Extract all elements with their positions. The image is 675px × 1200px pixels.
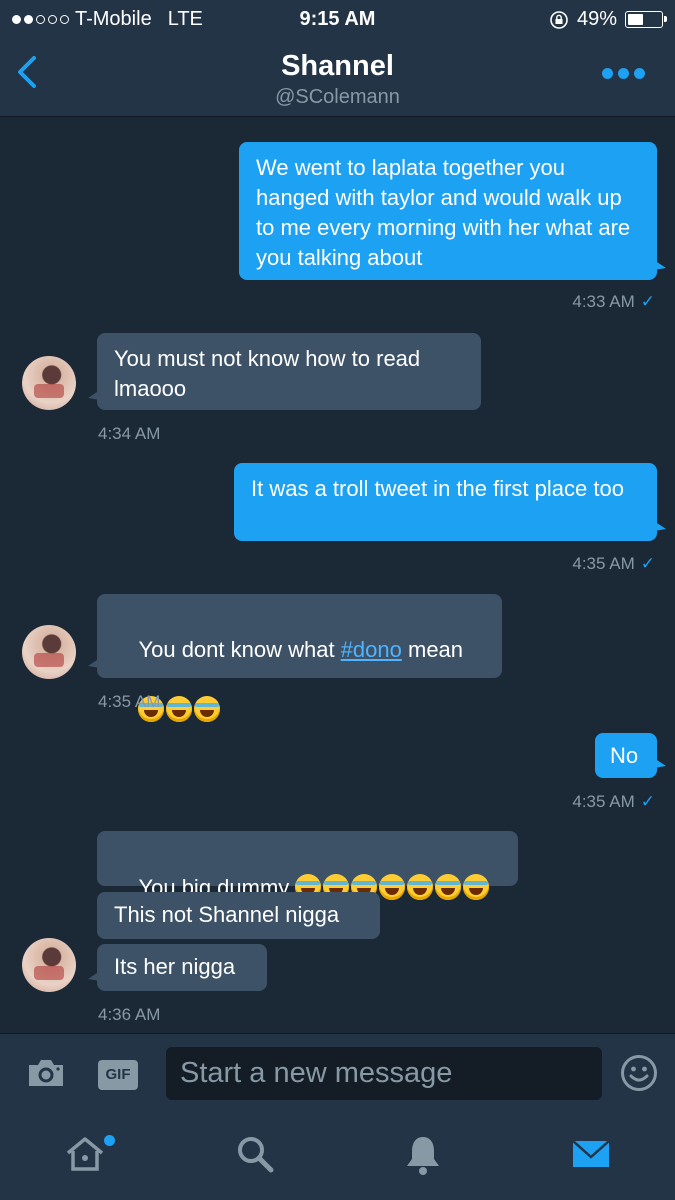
contact-handle: @SColemann: [275, 86, 400, 108]
message-bubble-incoming[interactable]: This not Shannel nigga: [97, 892, 380, 939]
crying-laughing-emoji: [407, 874, 434, 900]
contact-name: Shannel: [281, 50, 394, 82]
gif-button[interactable]: GIF: [98, 1060, 138, 1090]
avatar[interactable]: [22, 356, 76, 410]
message-timestamp: 4:35 AM ✓: [572, 792, 655, 811]
sent-check-icon: ✓: [640, 292, 655, 311]
more-dots-icon[interactable]: [602, 68, 645, 79]
sent-check-icon: ✓: [640, 554, 655, 573]
camera-icon[interactable]: [26, 1056, 66, 1090]
message-timestamp: 4:35 AM ✓: [572, 554, 655, 573]
tab-bar: [0, 1113, 675, 1200]
message-input[interactable]: Start a new message: [166, 1047, 602, 1100]
search-icon[interactable]: [234, 1133, 276, 1175]
message-text: mean: [401, 637, 464, 662]
message-bubble-incoming[interactable]: You big dummy: [97, 831, 518, 900]
hashtag-link[interactable]: #dono: [341, 637, 402, 662]
message-text: You dont know what: [138, 637, 341, 662]
status-right: 49%: [549, 8, 667, 31]
crying-laughing-emoji: [166, 696, 193, 722]
message-timestamp: 4:33 AM ✓: [572, 292, 655, 311]
rotation-lock-icon: [550, 10, 568, 29]
avatar[interactable]: [22, 625, 76, 679]
message-bubble-outgoing[interactable]: No: [595, 733, 666, 778]
crying-laughing-emoji: [194, 696, 221, 722]
status-bar: T-Mobile LTE 9:15 AM 49%: [0, 0, 675, 38]
message-bubble-incoming[interactable]: You must not know how to read lmaooo: [88, 333, 481, 410]
message-bubble-outgoing[interactable]: We went to laplata together you hanged w…: [239, 142, 666, 280]
crying-laughing-emoji: [379, 874, 406, 900]
battery-percent: 49%: [576, 8, 617, 30]
notification-dot: [104, 1135, 115, 1146]
sent-check-icon: ✓: [640, 792, 655, 811]
message-composer: GIF Start a new message: [0, 1033, 675, 1114]
message-bubble-outgoing[interactable]: It was a troll tweet in the first place …: [234, 463, 666, 541]
crying-laughing-emoji: [463, 874, 490, 900]
message-timestamp: 4:35 AM: [98, 692, 161, 711]
message-timestamp: 4:36 AM: [98, 1005, 161, 1024]
home-icon[interactable]: [64, 1133, 106, 1175]
conversation-header: Shannel @SColemann: [0, 38, 675, 117]
smiley-icon[interactable]: [620, 1054, 658, 1092]
notifications-bell-icon[interactable]: [403, 1133, 443, 1177]
message-bubble-incoming[interactable]: You dont know what #dono mean: [88, 594, 502, 722]
battery-icon: [625, 11, 667, 28]
message-bubble-incoming[interactable]: Its her nigga: [88, 944, 267, 991]
messages-envelope-icon[interactable]: [571, 1133, 611, 1175]
message-timestamp: 4:34 AM: [98, 424, 161, 443]
avatar[interactable]: [22, 938, 76, 992]
crying-laughing-emoji: [435, 874, 462, 900]
